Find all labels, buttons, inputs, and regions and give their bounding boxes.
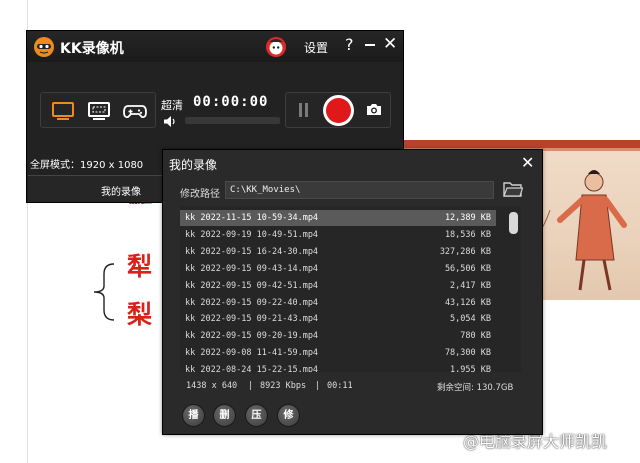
app-title: KK录像机 <box>60 41 124 57</box>
recording-file-size: 327,286 KB <box>439 246 491 257</box>
status-resolution: 1438 x 640 <box>186 381 238 391</box>
curly-brace-icon <box>93 263 115 321</box>
recording-file-name: kk 2022-09-15 09-22-40.mp4 <box>185 297 319 308</box>
compress-button[interactable]: 压 <box>245 404 268 427</box>
recording-file-name: kk 2022-09-15 16-24-30.mp4 <box>185 246 319 257</box>
folder-open-icon[interactable] <box>503 181 523 198</box>
recording-row[interactable]: kk 2022-11-15 10-59-34.mp4 12,389 KB <box>180 210 496 226</box>
record-controls <box>285 92 391 128</box>
path-input[interactable]: C:\KK_Movies\ <box>225 181 494 199</box>
red-character-2: 犁 <box>127 252 153 281</box>
recording-file-size: 780 KB <box>460 331 491 342</box>
recording-row[interactable]: kk 2022-09-15 09-43-14.mp4 56,506 KB <box>180 261 496 277</box>
recording-row[interactable]: kk 2022-09-08 11-41-59.mp4 78,300 KB <box>180 345 496 361</box>
help-button[interactable]: ? <box>345 35 354 54</box>
status-bitrate: 8923 Kbps <box>260 381 307 391</box>
path-label[interactable]: 修改路径 <box>180 185 220 200</box>
recording-file-name: kk 2022-09-08 11-41-59.mp4 <box>185 348 319 359</box>
recording-file-name: kk 2022-09-15 09-20-19.mp4 <box>185 331 319 342</box>
repair-button[interactable]: 修 <box>277 404 300 427</box>
recordings-close-button[interactable]: ✕ <box>521 153 534 172</box>
recording-file-size: 18,536 KB <box>444 229 491 240</box>
recorder-titlebar[interactable]: KK录像机 设置 ? ✕ <box>27 31 403 62</box>
quality-selector[interactable]: 超清 <box>161 97 183 113</box>
recording-file-size: 56,506 KB <box>444 263 491 274</box>
region-mode-icon[interactable] <box>87 100 111 122</box>
settings-button[interactable]: 设置 <box>304 39 328 56</box>
recording-timer: 00:00:00 <box>193 94 269 110</box>
kk-logo-icon <box>34 37 54 57</box>
delete-button[interactable]: 删 <box>213 404 236 427</box>
recording-file-size: 2,417 KB <box>450 280 491 291</box>
recordings-list[interactable]: kk 2022-11-15 10-59-34.mp4 12,389 KB kk 20… <box>180 206 521 372</box>
recordings-window-title: 我的录像 <box>169 158 218 172</box>
recording-row[interactable]: kk 2022-09-15 09-21-43.mp4 5,054 KB <box>180 311 496 327</box>
recording-row[interactable]: kk 2022-09-15 09-22-40.mp4 43,126 KB <box>180 295 496 311</box>
recording-row[interactable]: kk 2022-09-15 09-20-19.mp4 780 KB <box>180 328 496 344</box>
list-scrollbar[interactable] <box>508 210 519 368</box>
camera-icon[interactable] <box>366 102 382 117</box>
volume-icon[interactable] <box>163 115 177 128</box>
pause-bar-left <box>299 103 302 117</box>
fullscreen-mode-icon[interactable] <box>51 100 75 122</box>
recording-row[interactable]: kk 2022-08-24 15-22-15.mp4 1,955 KB <box>180 362 496 372</box>
resolution-label: 全屏模式：1920 x 1080 <box>30 160 144 171</box>
pause-button[interactable] <box>298 103 310 117</box>
my-recordings-tab-label: 我的录像 <box>101 187 141 198</box>
minimize-button[interactable] <box>365 44 375 46</box>
game-mode-icon[interactable] <box>123 100 147 122</box>
pause-bar-right <box>305 103 308 117</box>
close-button[interactable]: ✕ <box>383 34 397 54</box>
recording-file-size: 5,054 KB <box>450 314 491 325</box>
status-separator: | <box>248 381 254 391</box>
recording-file-name: kk 2022-11-15 10-59-34.mp4 <box>185 213 319 223</box>
recording-row[interactable]: kk 2022-09-19 10-49-51.mp4 18,536 KB <box>180 227 496 243</box>
recording-file-size: 43,126 KB <box>444 297 491 308</box>
recording-file-name: kk 2022-09-19 10-49-51.mp4 <box>185 229 319 240</box>
play-button[interactable]: 播 <box>182 404 205 427</box>
status-duration: 00:11 <box>327 381 353 391</box>
status-separator: | <box>315 381 321 391</box>
user-avatar-icon[interactable] <box>265 36 287 58</box>
status-free-space: 剩余空间: 130.7GB <box>437 383 514 393</box>
recording-file-size: 1,955 KB <box>450 365 491 372</box>
status-bar: 1438 x 640 | 8923 Kbps | 00:11 剩余空间: 130… <box>180 378 521 394</box>
record-button[interactable] <box>323 95 354 126</box>
recording-file-size: 12,389 KB <box>444 213 491 223</box>
record-mode-selector <box>40 92 156 128</box>
red-character-3: 梨 <box>127 300 153 329</box>
recording-row[interactable]: kk 2022-09-15 09-42-51.mp4 2,417 KB <box>180 278 496 294</box>
recording-file-name: kk 2022-09-15 09-42-51.mp4 <box>185 280 319 291</box>
my-recordings-window: 我的录像 ✕ 修改路径 C:\KK_Movies\ kk 2022-11-15 … <box>162 149 543 435</box>
scrollbar-thumb[interactable] <box>509 212 518 234</box>
recording-file-name: kk 2022-09-15 09-21-43.mp4 <box>185 314 319 325</box>
volume-slider[interactable] <box>185 117 280 124</box>
recording-file-name: kk 2022-08-24 15-22-15.mp4 <box>185 365 319 372</box>
recording-file-name: kk 2022-09-15 09-43-14.mp4 <box>185 263 319 274</box>
recording-row[interactable]: kk 2022-09-15 16-24-30.mp4 327,286 KB <box>180 244 496 260</box>
recording-file-size: 78,300 KB <box>444 348 491 359</box>
